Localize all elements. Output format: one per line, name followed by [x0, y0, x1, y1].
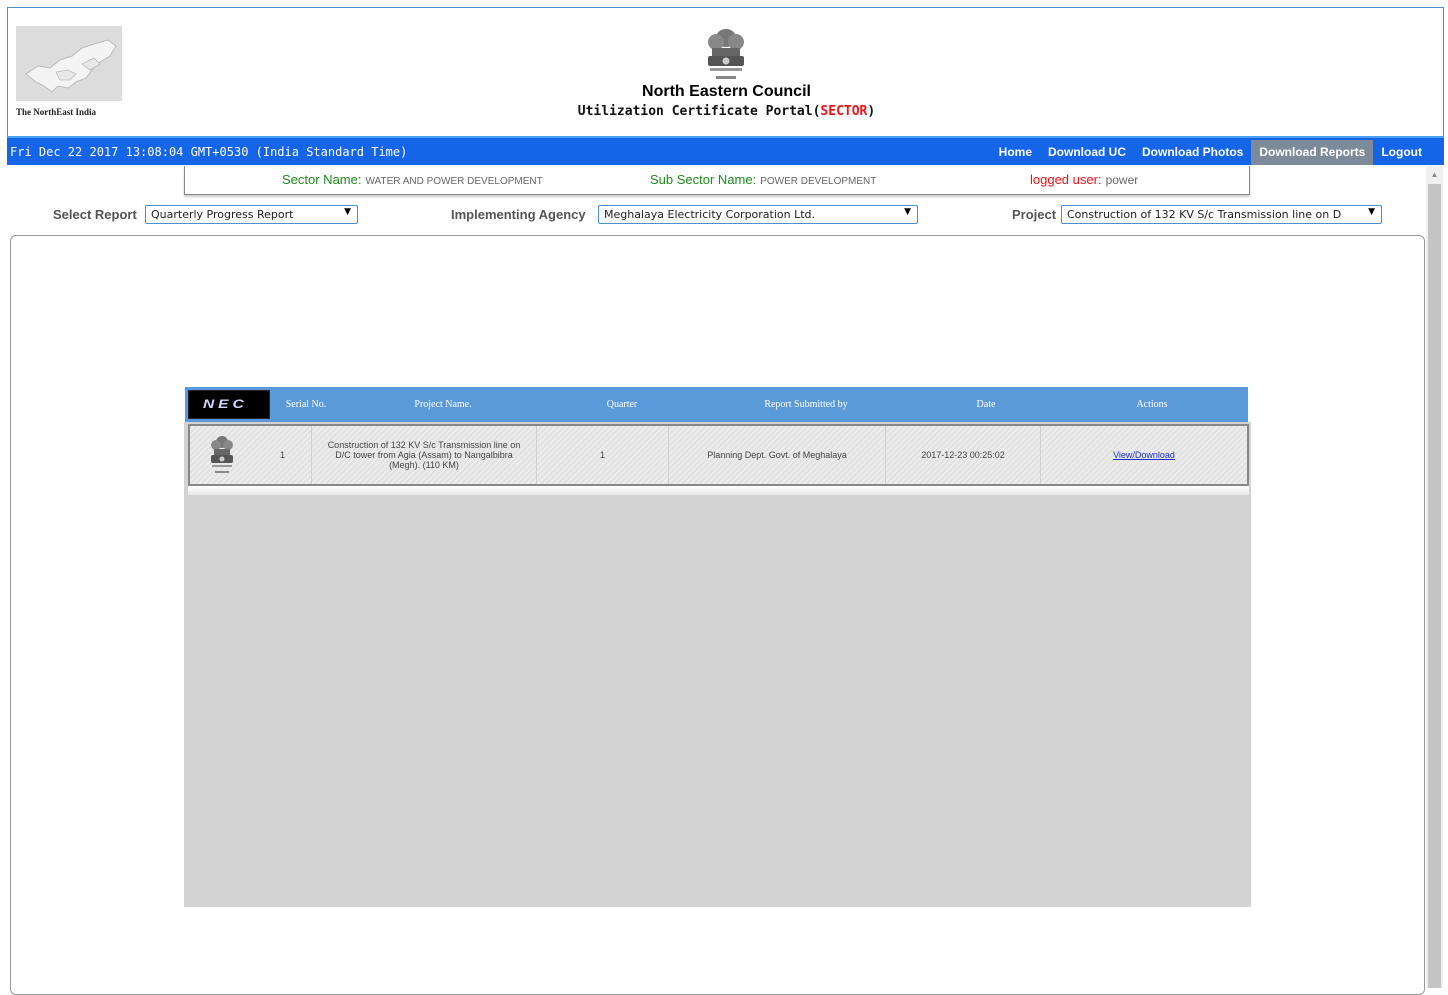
cell-serial: 1 [254, 426, 312, 484]
sector-info-bar: Sector Name: WATER AND POWER DEVELOPMENT … [184, 166, 1250, 195]
col-date: Date [976, 399, 996, 410]
col-report-submitted-by: Report Submitted by [764, 399, 848, 410]
national-emblem-icon [708, 29, 744, 79]
site-header: The NorthEast India North Eastern Counci… [7, 7, 1444, 136]
nav-logout[interactable]: Logout [1373, 140, 1430, 165]
project-dropdown[interactable]: Construction of 132 KV S/c Transmission … [1061, 205, 1382, 224]
nav-download-photos[interactable]: Download Photos [1134, 140, 1251, 165]
nav-menu: Home Download UC Download Photos Downloa… [991, 140, 1430, 165]
portal-title-prefix: Utilization Certificate Portal( [577, 104, 821, 119]
table-row: 1 Construction of 132 KV S/c Transmissio… [188, 424, 1249, 486]
nec-logo-text: NEC [203, 397, 248, 411]
top-navbar: Fri Dec 22 2017 13:08:04 GMT+0530 (India… [7, 136, 1444, 165]
dropdown-arrow-icon: ▼ [1368, 207, 1375, 217]
report-table-header: NEC Serial No. Project Name. Quarter Rep… [185, 387, 1248, 422]
dropdown-arrow-icon: ▼ [344, 207, 351, 217]
nec-logo: NEC [188, 390, 270, 419]
project-label: Project [1012, 207, 1057, 222]
cell-actions: View/Download [1041, 426, 1247, 484]
row-emblem-cell [190, 426, 254, 484]
nav-download-reports[interactable]: Download Reports [1251, 140, 1374, 165]
scroll-up-arrow-icon[interactable]: ▲ [1426, 166, 1443, 183]
row-divider [188, 486, 1249, 495]
logged-user-info: logged user: power [1030, 171, 1138, 189]
sector-label: Sector Name: [282, 172, 362, 187]
cell-date: 2017-12-23 00:25:02 [886, 426, 1041, 484]
portal-title: Utilization Certificate Portal(SECTOR) [8, 104, 1445, 119]
report-table-body: 1 Construction of 132 KV S/c Transmissio… [184, 422, 1251, 907]
sector-value: WATER AND POWER DEVELOPMENT [365, 176, 543, 187]
select-report-label: Select Report [53, 207, 137, 222]
subsector-label: Sub Sector Name: [650, 172, 757, 187]
portal-title-sector: SECTOR [820, 104, 868, 119]
logged-user-label: logged user: [1030, 172, 1102, 187]
subsector-value: POWER DEVELOPMENT [760, 176, 877, 187]
sector-info: Sector Name: WATER AND POWER DEVELOPMENT [282, 171, 543, 189]
council-title: North Eastern Council [642, 83, 811, 100]
col-serial-no: Serial No. [285, 399, 327, 410]
dropdown-arrow-icon: ▼ [904, 207, 911, 217]
view-download-link[interactable]: View/Download [1113, 450, 1175, 460]
scrollbar-thumb[interactable] [1428, 184, 1441, 988]
national-emblem-icon [211, 436, 233, 473]
project-value: Construction of 132 KV S/c Transmission … [1067, 208, 1342, 221]
implementing-agency-value: Meghalaya Electricity Corporation Ltd. [604, 208, 816, 221]
select-report-value: Quarterly Progress Report [151, 208, 294, 221]
implementing-agency-label: Implementing Agency [451, 207, 586, 222]
nav-home[interactable]: Home [991, 140, 1040, 165]
subsector-info: Sub Sector Name: POWER DEVELOPMENT [650, 171, 876, 189]
current-datetime: Fri Dec 22 2017 13:08:04 GMT+0530 (India… [10, 145, 408, 159]
col-actions: Actions [1136, 399, 1168, 410]
cell-quarter: 1 [537, 426, 669, 484]
select-report-dropdown[interactable]: Quarterly Progress Report ▼ [145, 205, 358, 224]
col-quarter: Quarter [606, 399, 638, 410]
logged-user-value: power [1105, 173, 1139, 187]
cell-submitted-by: Planning Dept. Govt. of Meghalaya [669, 426, 886, 484]
cell-project-name: Construction of 132 KV S/c Transmission … [312, 426, 537, 484]
portal-title-suffix: ) [867, 104, 876, 119]
col-project-name: Project Name. [414, 399, 472, 410]
nav-download-uc[interactable]: Download UC [1040, 140, 1134, 165]
implementing-agency-dropdown[interactable]: Meghalaya Electricity Corporation Ltd. ▼ [598, 205, 918, 224]
